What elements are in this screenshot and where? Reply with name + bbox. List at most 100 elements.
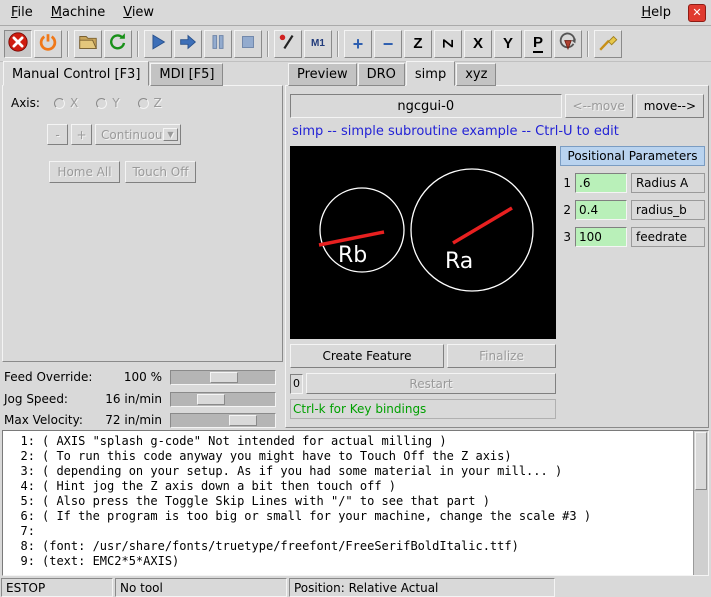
tab-dro[interactable]: DRO <box>358 63 405 86</box>
perspective-view-button[interactable]: P <box>524 30 552 58</box>
radio-icon <box>96 98 107 109</box>
toolbar-separator <box>67 31 69 57</box>
manual-control-frame: Axis: X Y Z - + <box>2 85 283 362</box>
restart-row: 0 Restart <box>290 373 556 394</box>
tab-simp[interactable]: simp <box>406 61 455 86</box>
run-icon <box>147 31 169 56</box>
tab-preview[interactable]: Preview <box>288 63 357 86</box>
estop-button[interactable] <box>4 30 32 58</box>
toggle-skip-lines-button[interactable] <box>274 30 302 58</box>
close-icon[interactable]: ✕ <box>688 4 706 22</box>
max-velocity-value: 72 in/min <box>105 413 162 427</box>
statusbar: ESTOP No tool Position: Relative Actual <box>0 578 711 597</box>
menu-machine[interactable]: Machine <box>42 1 114 24</box>
step-button[interactable] <box>174 30 202 58</box>
home-all-button[interactable]: Home All <box>49 161 120 183</box>
reload-button[interactable] <box>104 30 132 58</box>
zoom-out-button[interactable]: − <box>374 30 402 58</box>
feed-override-label: Feed Override: <box>4 370 92 384</box>
optional-pause-icon: M1 <box>311 38 325 49</box>
broom-icon <box>597 31 619 56</box>
axis-radio-y[interactable]: Y <box>96 96 119 110</box>
parameter-index: 1 <box>560 176 571 190</box>
slider-handle[interactable] <box>229 415 257 426</box>
radius-b-label: Rb <box>338 243 367 268</box>
ngcgui-frame: ngcgui-0 <--move move--> simp -- simple … <box>285 85 709 428</box>
slider-handle[interactable] <box>210 372 238 383</box>
side-view-icon: Y <box>503 36 513 51</box>
restart-button[interactable]: Restart <box>306 373 556 394</box>
clear-plot-button[interactable] <box>594 30 622 58</box>
feed-override-slider[interactable] <box>170 370 276 385</box>
gcode-line: 4:( Hint jog the Z axis down a bit then … <box>5 479 691 494</box>
jog-plus-button[interactable]: + <box>71 124 92 145</box>
gcode-text: 1:( AXIS "splash g-code" Not intended fo… <box>3 431 693 575</box>
axis-label: Axis: <box>11 96 40 110</box>
menu-file[interactable]: File <box>2 1 42 24</box>
feedrate-field[interactable]: 100 <box>575 227 627 247</box>
top-view-icon: Z <box>413 36 422 51</box>
gcode-scrollbar[interactable] <box>693 431 708 575</box>
radius-b-field[interactable]: 0.4 <box>575 200 627 220</box>
radio-icon <box>54 98 65 109</box>
menu-view[interactable]: View <box>114 1 163 24</box>
jog-speed-label: Jog Speed: <box>4 392 68 406</box>
feature-buttons-row: Create Feature Finalize <box>290 344 556 368</box>
rotate-view-button[interactable] <box>554 30 582 58</box>
axis-radio-x[interactable]: X <box>54 96 78 110</box>
ngcgui-entry-row: ngcgui-0 <--move move--> <box>290 94 704 118</box>
gcode-line: 9:(text: EMC2*5*AXIS) <box>5 554 691 569</box>
tab-manual-control[interactable]: Manual Control [F3] <box>3 61 149 86</box>
top-view-button[interactable]: Z <box>404 30 432 58</box>
axis-select-row: Axis: X Y Z <box>3 86 282 110</box>
menu-help[interactable]: Help <box>632 1 680 24</box>
parameter-index: 2 <box>560 203 571 217</box>
move-right-button[interactable]: move--> <box>636 94 704 118</box>
toolbar-separator <box>587 31 589 57</box>
home-row: Home All Touch Off <box>3 145 282 183</box>
ngcgui-name-field[interactable]: ngcgui-0 <box>290 94 562 118</box>
gcode-line: 1:( AXIS "splash g-code" Not intended fo… <box>5 434 691 449</box>
parameters-header: Positional Parameters <box>560 146 705 166</box>
zoom-in-icon: + <box>353 35 364 53</box>
move-left-button[interactable]: <--move <box>565 94 633 118</box>
radius-a-field[interactable]: .6 <box>575 173 627 193</box>
run-button[interactable] <box>144 30 172 58</box>
side-view-button[interactable]: Y <box>494 30 522 58</box>
toggle-optional-pause-button[interactable]: M1 <box>304 30 332 58</box>
scrollbar-thumb[interactable] <box>695 432 707 490</box>
axis-radio-x-label: X <box>70 96 78 110</box>
toolbar: M1 + − Z Z X Y P <box>0 26 711 62</box>
max-velocity-slider[interactable] <box>170 413 276 428</box>
feed-override-row: Feed Override: 100 % <box>4 368 283 386</box>
gcode-listing[interactable]: 1:( AXIS "splash g-code" Not intended fo… <box>2 430 709 576</box>
open-file-button[interactable] <box>74 30 102 58</box>
finalize-button[interactable]: Finalize <box>447 344 556 368</box>
touch-off-button[interactable]: Touch Off <box>125 161 196 183</box>
jog-speed-slider[interactable] <box>170 392 276 407</box>
control-tabs: Manual Control [F3] MDI [F5] <box>0 62 285 86</box>
radius-a-label: Ra <box>445 249 473 274</box>
stop-button[interactable] <box>234 30 262 58</box>
machine-power-button[interactable] <box>34 30 62 58</box>
tool-status: No tool <box>115 578 287 597</box>
zoom-in-button[interactable]: + <box>344 30 372 58</box>
preview-drawing: Rb Ra <box>290 146 556 339</box>
jog-mode-select[interactable]: Continuous ▼ <box>95 124 181 145</box>
control-panel: Manual Control [F3] MDI [F5] Axis: X Y <box>0 62 285 428</box>
gcode-line: 8:(font: /usr/share/fonts/truetype/freef… <box>5 539 691 554</box>
axis-radio-z[interactable]: Z <box>138 96 162 110</box>
parameter-row: 1 .6 Radius A <box>560 172 705 193</box>
pause-button[interactable] <box>204 30 232 58</box>
key-bindings-hint: Ctrl-k for Key bindings <box>290 399 556 419</box>
radio-icon <box>138 98 149 109</box>
front-view-button[interactable]: X <box>464 30 492 58</box>
tab-xyz[interactable]: xyz <box>456 63 496 86</box>
rotated-top-view-button[interactable]: Z <box>434 30 462 58</box>
create-feature-button[interactable]: Create Feature <box>290 344 444 368</box>
tab-mdi[interactable]: MDI [F5] <box>150 63 223 86</box>
slider-handle[interactable] <box>197 394 225 405</box>
jog-minus-button[interactable]: - <box>47 124 68 145</box>
subroutine-preview-canvas[interactable]: Rb Ra <box>290 146 556 339</box>
preview-panel: Preview DRO simp xyz ngcgui-0 <--move mo… <box>285 62 711 428</box>
